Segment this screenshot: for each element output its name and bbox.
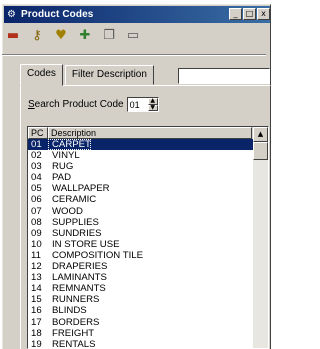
filter-description-input[interactable] [178,68,270,84]
table-row[interactable]: 01 CARPET [28,139,254,151]
copy-icon[interactable]: ❐ [100,25,118,45]
column-header-pc[interactable]: PC [28,127,48,139]
spin-down-icon[interactable]: ▼ [147,104,158,111]
row-code: 18 [31,327,42,339]
row-description: COMPOSITION TILE [52,249,143,261]
row-description: BLINDS [52,305,87,317]
search-spinner[interactable]: ▲ ▼ [147,98,158,111]
row-code: 14 [31,283,42,295]
tab-codes[interactable]: Codes [20,64,63,86]
row-code: 19 [31,338,42,349]
row-description: DRAPERIES [52,261,108,273]
search-row: Search Product Code 01 ▲ ▼ [28,97,159,112]
row-code: 01 [31,139,42,150]
tab-filter-description[interactable]: Filter Description [64,65,154,85]
exit-icon[interactable]: ▬ [4,25,22,45]
row-description: SUPPLIES [52,216,99,228]
minimize-button[interactable]: _ [229,8,242,20]
table-row[interactable]: 07 WOOD [28,206,254,217]
row-description: WALLPAPER [52,183,110,195]
document-icon[interactable]: ▭ [124,25,142,45]
row-description: BORDERS [52,316,100,328]
row-code: 15 [31,294,42,306]
row-code: 11 [31,249,41,261]
row-description: FREIGHT [52,327,95,339]
row-code: 02 [31,150,42,162]
search-product-code-label: Search Product Code [28,99,124,110]
row-code: 06 [31,194,42,206]
column-header-description[interactable]: Description [48,127,252,139]
table-row[interactable]: 05 WALLPAPER [28,183,254,194]
title-bar[interactable]: ⚙ Product Codes _ □ x [4,6,270,23]
table-row[interactable]: 09 SUNDRIES [28,228,254,239]
table-row[interactable]: 17 BORDERS [28,317,254,328]
search-product-code-value[interactable]: 01 [128,100,148,110]
tab-codes-label: Codes [27,68,56,79]
table-row[interactable]: 18 FREIGHT [28,328,254,339]
table-row[interactable]: 02 VINYL [28,150,254,161]
row-description: SUNDRIES [52,227,102,239]
key-icon[interactable]: ⚷ [28,25,46,45]
row-code: 07 [31,205,42,217]
row-code: 10 [31,238,42,250]
product-code-list[interactable]: PC Description 01 CARPET 02 VINYL 03 RUG 04 PAD… [27,126,269,349]
table-row[interactable]: 13 LAMINANTS [28,272,254,283]
table-row[interactable]: 04 PAD [28,172,254,183]
window-title: Product Codes [21,9,94,20]
scroll-thumb[interactable] [253,142,268,160]
row-code: 05 [31,183,42,195]
list-header: PC Description [28,127,268,139]
row-description: VINYL [52,150,80,162]
row-description: RENTALS [52,338,96,349]
table-row[interactable]: 19 RENTALS [28,338,254,349]
maximize-button[interactable]: □ [243,8,256,20]
table-row[interactable]: 11 COMPOSITION TILE [28,250,254,261]
tab-strip: Codes Filter Description [20,64,154,86]
table-row[interactable]: 12 DRAPERIES [28,261,254,272]
table-row[interactable]: 14 REMNANTS [28,283,254,294]
row-code: 12 [31,261,42,273]
row-code: 13 [31,272,42,284]
row-description: LAMINANTS [52,272,107,284]
row-code: 08 [31,216,42,228]
vertical-scrollbar[interactable]: ▲ [253,127,268,348]
list-rows: 01 CARPET 02 VINYL 03 RUG 04 PAD 05 WALLPAPER 06 CE… [28,139,254,349]
close-button[interactable]: x [257,8,270,20]
tab-filter-label: Filter Description [71,69,147,80]
row-code: 09 [31,227,42,239]
table-row[interactable]: 03 RUG [28,161,254,172]
row-code: 16 [31,305,42,317]
toolbar-divider [2,54,266,56]
table-row[interactable]: 16 BLINDS [28,305,254,316]
row-code: 03 [31,161,42,173]
table-row[interactable]: 10 IN STORE USE [28,239,254,250]
row-description: REMNANTS [52,283,106,295]
row-description: PAD [52,172,72,184]
row-description: RUG [52,161,74,173]
scroll-up-icon[interactable]: ▲ [253,127,268,142]
new-record-icon[interactable]: ✚ [76,25,94,45]
table-row[interactable]: 08 SUPPLIES [28,217,254,228]
row-description: CARPET [48,139,91,151]
row-description: CERAMIC [52,194,97,206]
table-row[interactable]: 15 RUNNERS [28,294,254,305]
search-product-code-input[interactable]: 01 ▲ ▼ [126,97,159,112]
table-row[interactable]: 06 CERAMIC [28,194,254,205]
row-description: WOOD [52,205,83,217]
toolbar: ▬ ⚷ ♥ ✚ ❐ ▭ [4,22,142,48]
row-code: 17 [31,316,42,328]
row-description: IN STORE USE [52,238,120,250]
row-code: 04 [31,172,42,184]
row-description: RUNNERS [52,294,100,306]
window-controls: _ □ x [229,8,270,20]
heart-key-icon[interactable]: ♥ [52,25,70,45]
gear-icon: ⚙ [7,8,16,20]
